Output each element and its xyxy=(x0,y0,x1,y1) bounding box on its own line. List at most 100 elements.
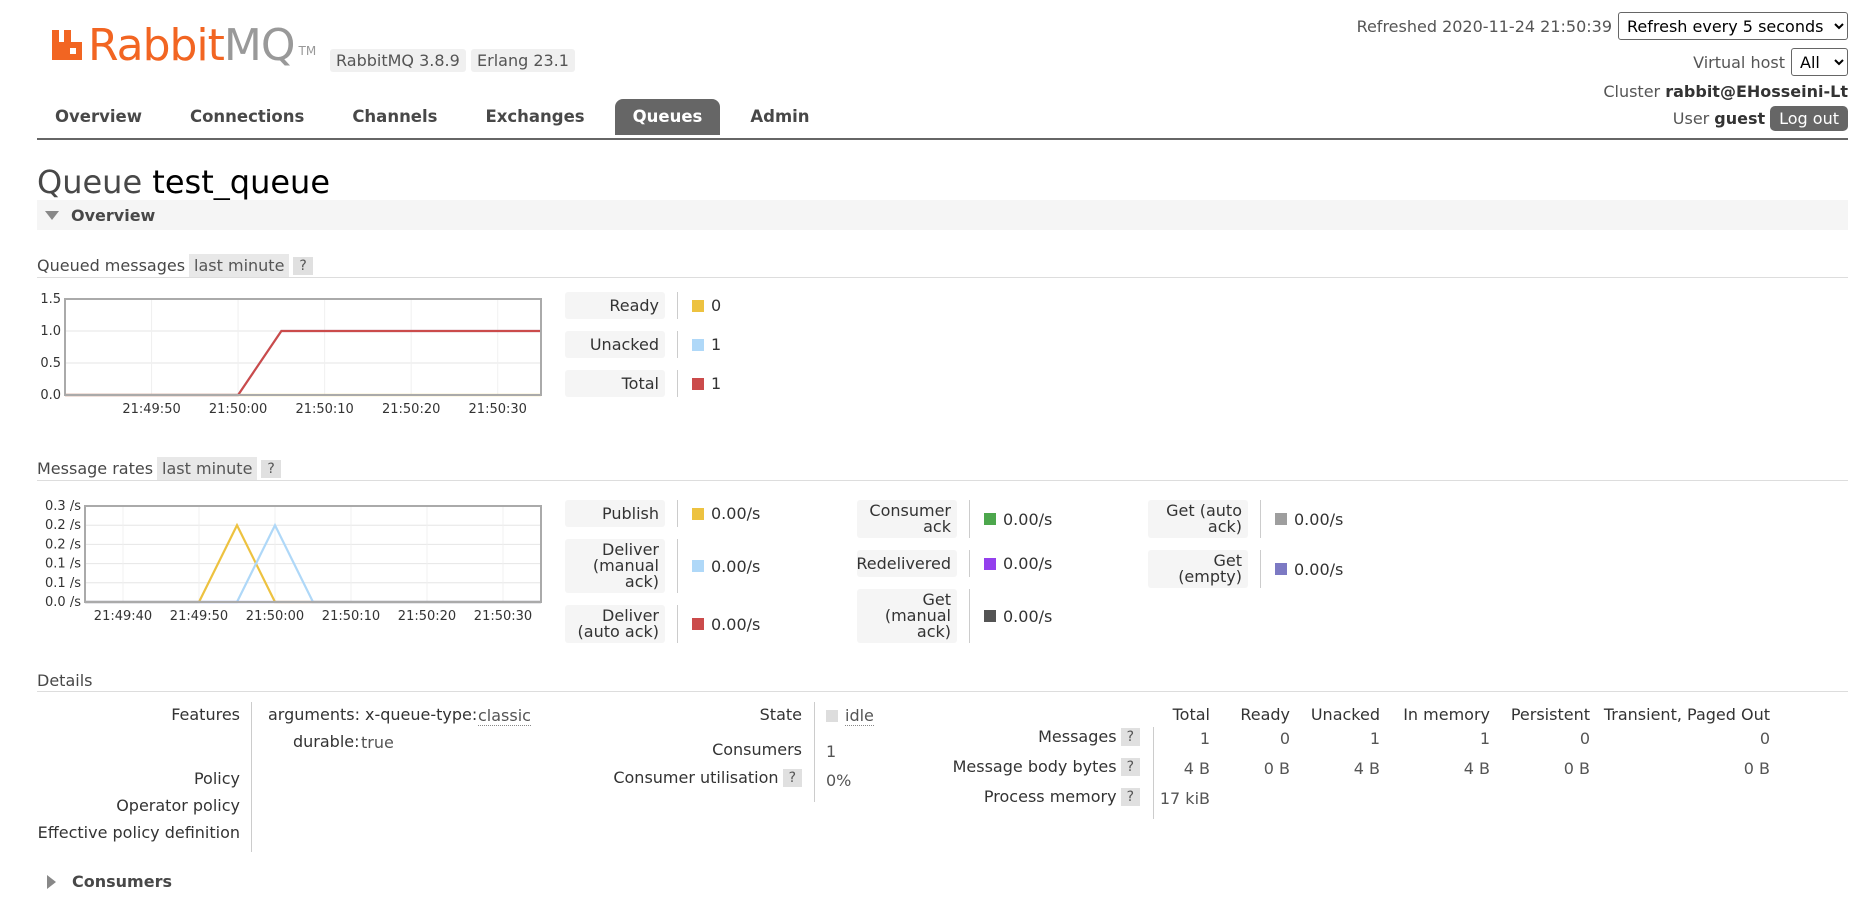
table-divider xyxy=(1153,727,1154,819)
vhost-label: Virtual host xyxy=(1693,52,1785,72)
effective-policy-label: Effective policy definition xyxy=(37,823,240,842)
table-cell: 4 B xyxy=(1463,759,1490,778)
legend-row-redelivered: Redelivered 0.00/s xyxy=(856,550,1053,577)
legend-row-get-auto-ack: Get (auto ack) 0.00/s xyxy=(1148,500,1343,538)
legend-label: Deliver (auto ack) xyxy=(565,605,665,643)
rates-range-chip[interactable]: last minute xyxy=(157,457,258,480)
queued-range-chip[interactable]: last minute xyxy=(189,254,290,277)
legend-swatch xyxy=(692,618,704,630)
utilisation-value: 0% xyxy=(826,771,852,790)
legend-value: 0.00/s xyxy=(1275,550,1343,588)
row-label-messages: Messages xyxy=(1038,727,1117,746)
consumers-label: Consumers xyxy=(712,740,802,759)
state-value: idle xyxy=(826,706,874,726)
refresh-select[interactable]: Refresh every 5 seconds xyxy=(1618,12,1848,40)
utilisation-help-button[interactable]: ? xyxy=(782,768,802,787)
legend-row-consumer-ack: Consumer ack 0.00/s xyxy=(857,500,1052,538)
user-value: guest xyxy=(1714,109,1766,128)
legend-label: Unacked xyxy=(565,331,665,358)
legend-label: Deliver (manual ack) xyxy=(565,539,665,593)
row-help-button[interactable]: ? xyxy=(1120,757,1140,776)
legend-label: Total xyxy=(565,370,665,397)
legend-row-publish: Publish 0.00/s xyxy=(565,500,760,527)
legend-label: Ready xyxy=(565,292,665,319)
legend-swatch xyxy=(1275,563,1287,575)
rabbitmq-logo-icon xyxy=(52,30,82,60)
row-help-button[interactable]: ? xyxy=(1120,727,1140,746)
x-tick-label: 21:49:40 xyxy=(94,609,152,622)
table-cell: 0 B xyxy=(1563,759,1590,778)
durable-value: true xyxy=(361,733,394,752)
consumers-section-toggle[interactable]: Consumers xyxy=(47,872,172,891)
x-tick-label: 21:50:10 xyxy=(322,609,380,622)
legend-label: Get (empty) xyxy=(1148,550,1248,588)
overview-section-toggle[interactable]: Overview xyxy=(37,200,1848,230)
operator-policy-label: Operator policy xyxy=(116,796,240,815)
tab-exchanges[interactable]: Exchanges xyxy=(467,99,602,135)
legend-divider xyxy=(969,550,970,577)
message-rates-header: Message rates last minute ? xyxy=(37,457,281,480)
legend-value-text: 0.00/s xyxy=(711,614,761,634)
legend-divider xyxy=(677,370,678,397)
refresh-row: Refreshed 2020-11-24 21:50:39 Refresh ev… xyxy=(1357,12,1848,40)
utilisation-row: Consumer utilisation ? xyxy=(560,768,802,787)
erlang-badge: Erlang 23.1 xyxy=(471,49,575,72)
column-header-persistent: Persistent xyxy=(1510,705,1590,724)
legend-value-text: 0.00/s xyxy=(1003,606,1053,626)
row-label-process-memory: Process memory xyxy=(983,787,1117,806)
x-tick-label: 21:50:00 xyxy=(246,609,304,622)
table-cell: 0 B xyxy=(1263,759,1290,778)
cluster-label: Cluster xyxy=(1603,82,1661,101)
rates-divider xyxy=(37,480,1848,481)
rates-help-button[interactable]: ? xyxy=(261,459,281,478)
legend-row-unacked: Unacked 1 xyxy=(565,331,721,358)
queued-messages-title: Queued messages xyxy=(37,256,186,275)
x-tick-label: 21:49:50 xyxy=(170,609,228,622)
tab-queues[interactable]: Queues xyxy=(614,99,721,135)
table-row-label: Messages? xyxy=(950,727,1140,746)
queued-help-button[interactable]: ? xyxy=(293,256,313,275)
column-header-ready: Ready xyxy=(1240,705,1290,724)
consumers-value: 1 xyxy=(826,742,837,761)
tab-connections[interactable]: Connections xyxy=(172,99,322,135)
x-tick-label: 21:50:00 xyxy=(209,402,267,417)
legend-swatch xyxy=(984,610,996,622)
legend-value-text: 0.00/s xyxy=(1003,554,1053,573)
table-row-label: Message body bytes? xyxy=(950,757,1140,776)
queued-messages-chart: 0.0 0.5 1.0 1.5 21:49:50 21:50:00 21:50:10 21:5… xyxy=(40,292,542,417)
legend-value-text: 1 xyxy=(711,374,722,393)
vhost-row: Virtual host All xyxy=(1693,48,1848,76)
legend-swatch xyxy=(692,338,704,351)
table-cell: 4 B xyxy=(1353,759,1380,778)
table-cell: 17 kiB xyxy=(1159,789,1210,808)
main-nav: Overview Connections Channels Exchanges … xyxy=(37,99,840,135)
details-vsep-2 xyxy=(814,702,815,802)
details-divider xyxy=(37,691,1848,692)
table-cell: 1 xyxy=(1199,729,1210,748)
tab-admin[interactable]: Admin xyxy=(732,99,827,135)
rabbitmq-logo[interactable]: Rabbit MQ TM xyxy=(50,24,316,68)
table-cell: 4 B xyxy=(1183,759,1210,778)
cluster-row: Cluster rabbit@EHosseini-Lt xyxy=(1603,82,1848,101)
version-badge: RabbitMQ 3.8.9 xyxy=(330,49,466,72)
legend-value: 1 xyxy=(692,331,721,358)
page-title-prefix: Queue xyxy=(37,163,143,201)
xqueuetype-value: classic xyxy=(478,706,531,726)
message-rates-title: Message rates xyxy=(37,459,154,478)
legend-divider xyxy=(969,500,970,538)
tab-overview[interactable]: Overview xyxy=(37,99,160,135)
row-help-button[interactable]: ? xyxy=(1120,787,1140,806)
state-label: State xyxy=(759,705,802,724)
state-value-text: idle xyxy=(845,706,874,726)
vhost-select[interactable]: All xyxy=(1791,48,1848,76)
logout-button[interactable]: Log out xyxy=(1770,106,1848,131)
column-header-total: Total xyxy=(1172,705,1210,724)
x-tick-label: 21:50:20 xyxy=(382,402,440,417)
refreshed-label: Refreshed 2020-11-24 21:50:39 xyxy=(1356,16,1612,36)
legend-row-get-manual-ack: Get (manual ack) 0.00/s xyxy=(857,589,1052,643)
tab-channels[interactable]: Channels xyxy=(334,99,455,135)
x-tick-label: 21:50:20 xyxy=(398,609,456,622)
legend-divider xyxy=(677,605,678,643)
message-rates-chart: 0.0 /s 0.1 /s 0.1 /s 0.2 /s 0.2 /s 0.3 /s 21:4… xyxy=(45,499,542,622)
legend-row-get-empty: Get (empty) 0.00/s xyxy=(1148,550,1343,588)
